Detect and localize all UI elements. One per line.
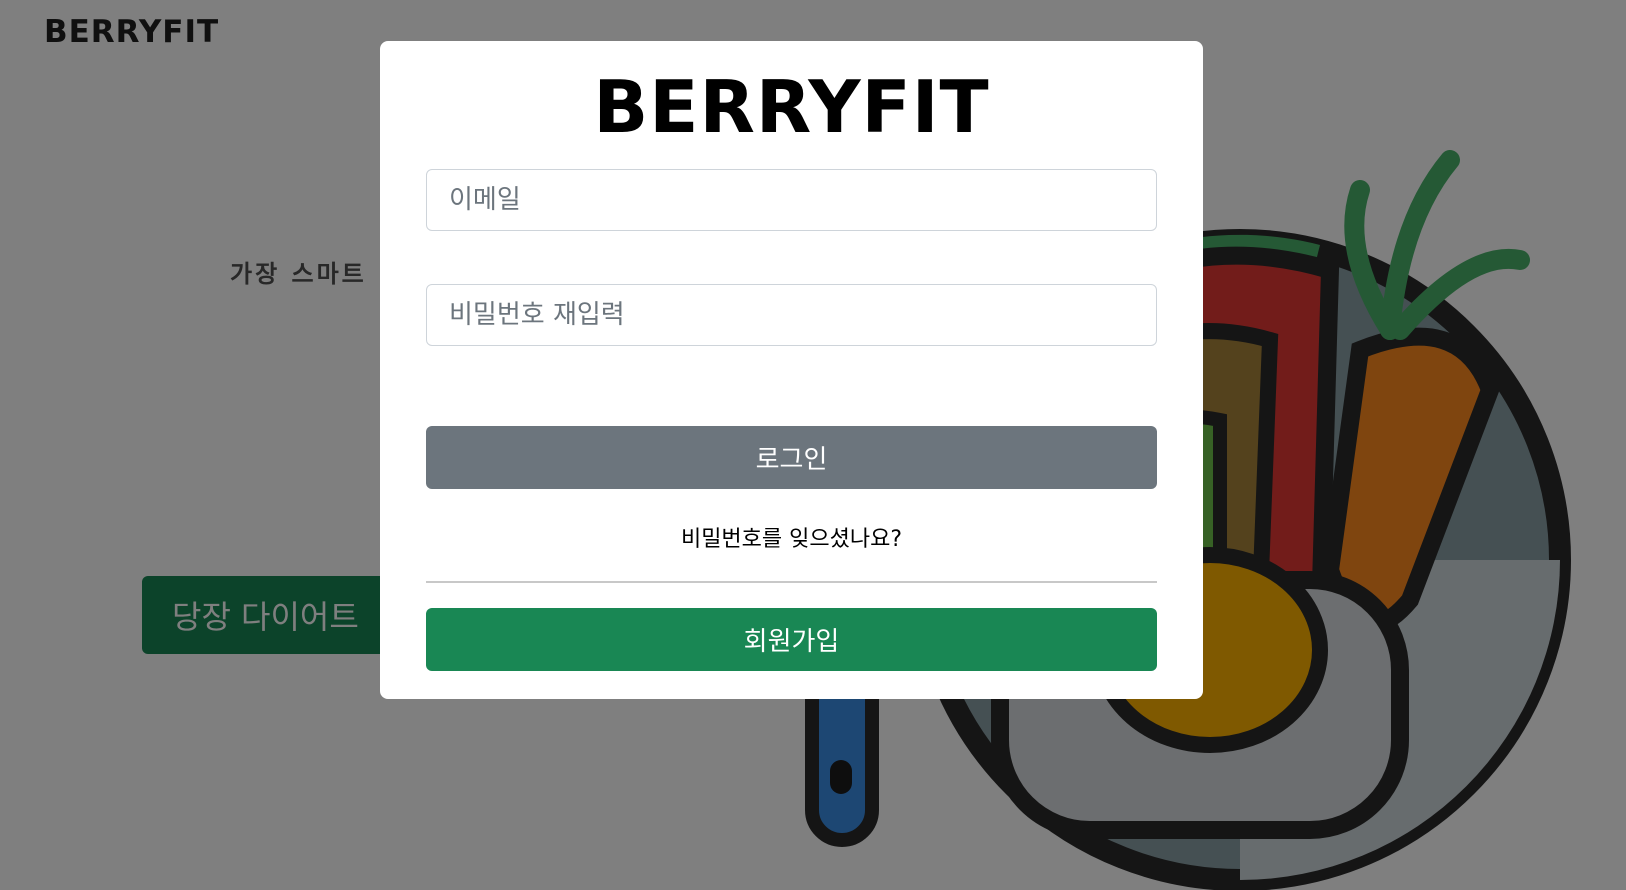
divider <box>426 581 1157 583</box>
page: BERRYFIT 로그인 가장 스마트 BERR 아직도 닭가슴살과 고구마 레… <box>0 0 1626 890</box>
modal-brand-logo: BERRYFIT <box>593 65 990 149</box>
email-input[interactable] <box>426 169 1157 231</box>
forgot-password-link[interactable]: 비밀번호를 잊으셨나요? <box>380 521 1203 553</box>
login-button[interactable]: 로그인 <box>426 426 1157 489</box>
login-modal: BERRYFIT 로그인 비밀번호를 잊으셨나요? 회원가입 <box>380 41 1203 699</box>
signup-button[interactable]: 회원가입 <box>426 608 1157 671</box>
password-input[interactable] <box>426 284 1157 346</box>
